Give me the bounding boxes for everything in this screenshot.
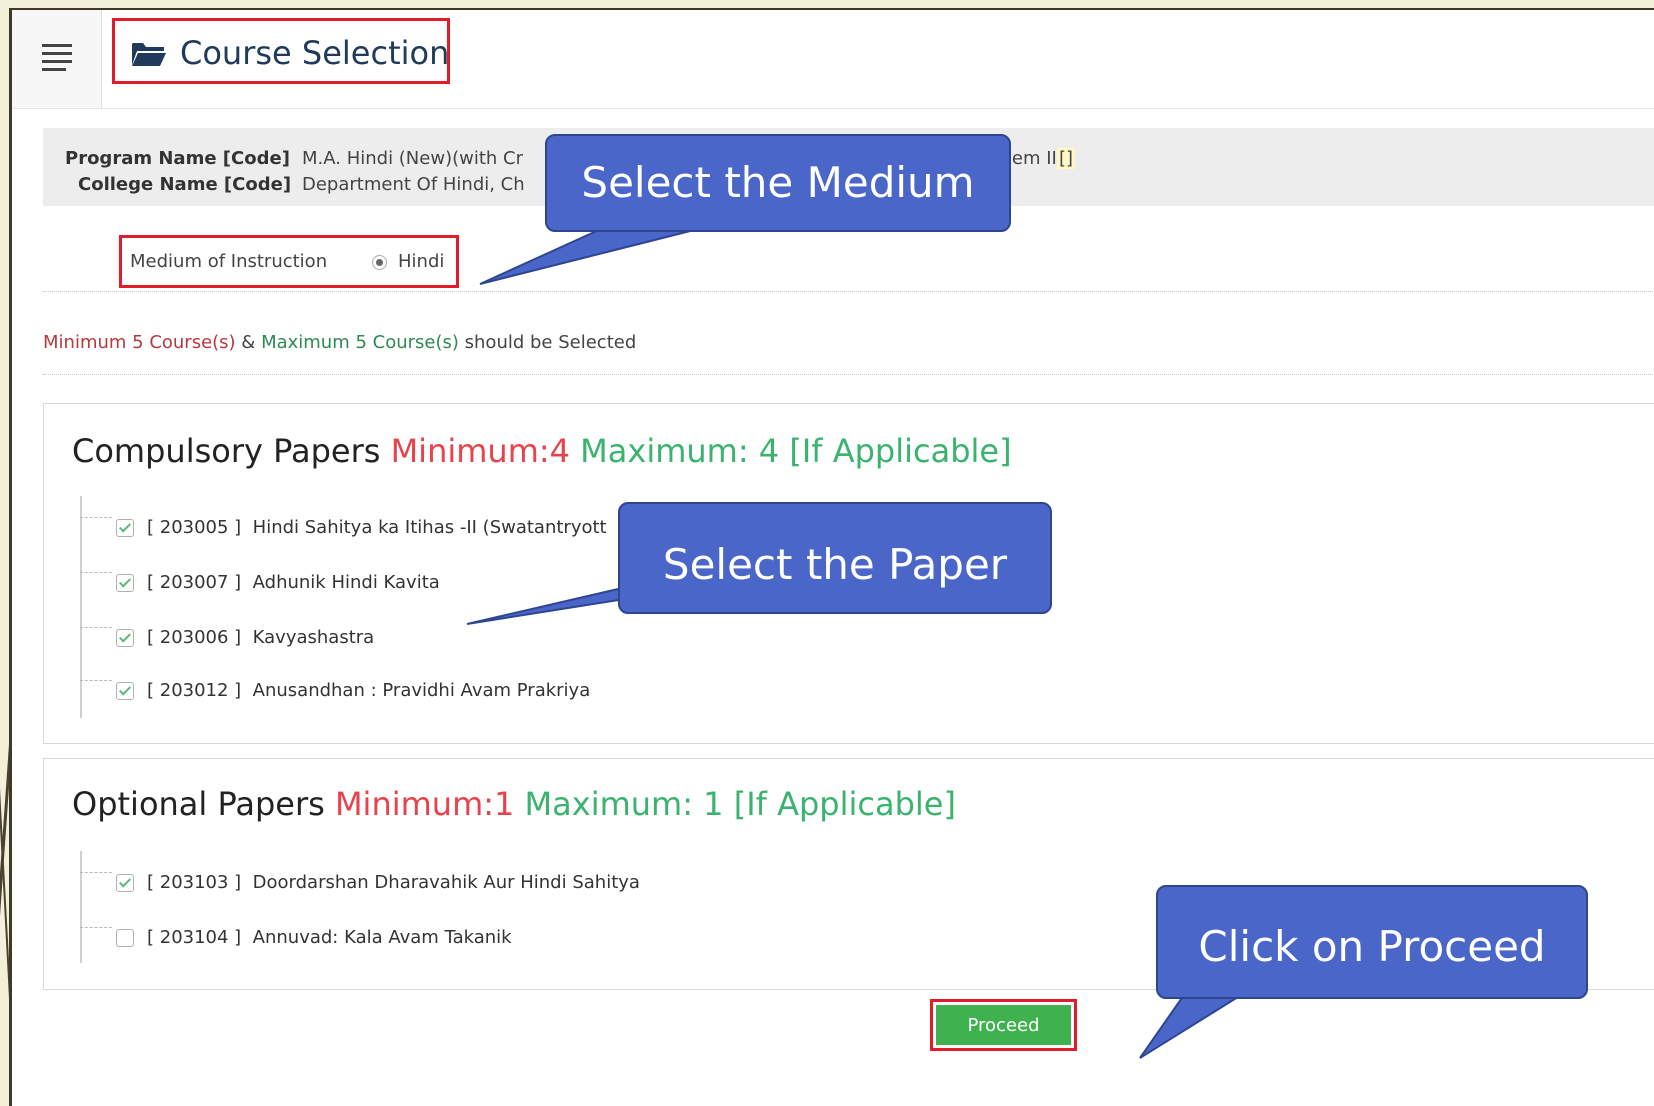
callout-select-paper: Select the Paper (618, 502, 1052, 614)
callout-tail-medium (479, 223, 719, 285)
callout-click-proceed: Click on Proceed (1156, 885, 1588, 999)
callout-select-medium: Select the Medium (545, 134, 1011, 232)
callout-tail-proceed (1139, 991, 1250, 1059)
